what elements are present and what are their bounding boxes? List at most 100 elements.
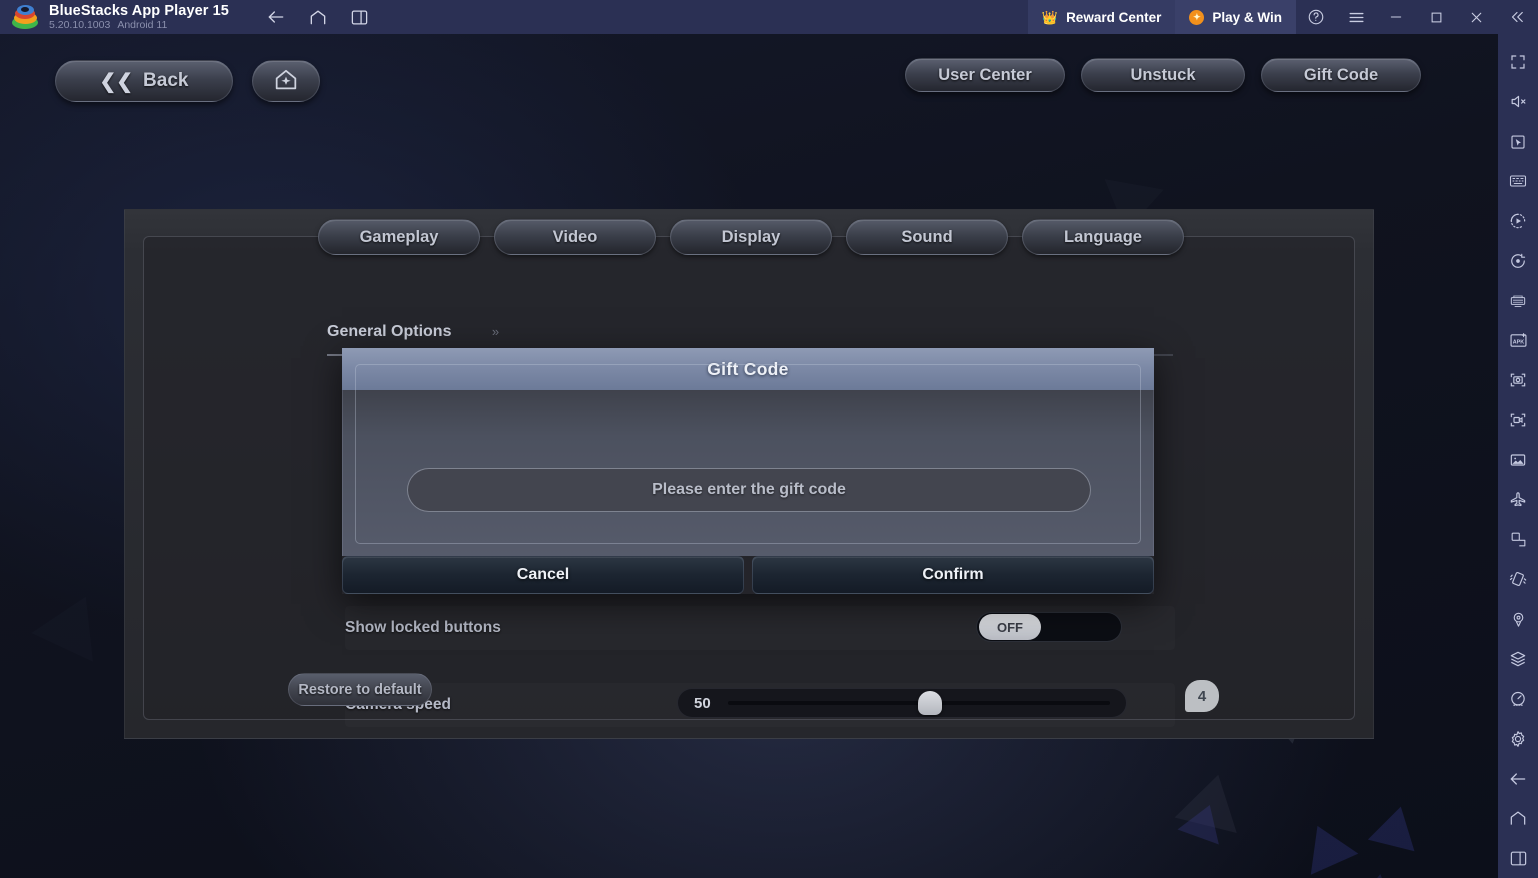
performance-icon[interactable] (1498, 679, 1538, 719)
play-and-win-button[interactable]: ✦ Play & Win (1175, 0, 1296, 34)
double-chevron-left-icon: ❮❮ (99, 70, 134, 93)
gift-code-input[interactable]: Please enter the gift code (407, 468, 1091, 512)
play-and-win-label: Play & Win (1212, 9, 1282, 25)
tab-display[interactable]: Display (670, 219, 832, 255)
tab-label: Video (552, 227, 598, 246)
confirm-button[interactable]: Confirm (752, 556, 1154, 594)
gift-code-dialog: Gift Code Please enter the gift code Can… (342, 348, 1154, 594)
camera-speed-slider[interactable]: 50 (677, 688, 1127, 718)
keymapping-icon[interactable] (1498, 161, 1538, 201)
slider-handle[interactable] (918, 691, 943, 715)
bluestacks-logo-icon (12, 4, 38, 30)
camera-speed-stepper[interactable]: 4 (1185, 680, 1219, 712)
home-icon[interactable] (1498, 798, 1538, 838)
section-header: General Options » (327, 323, 1174, 341)
pointer-icon[interactable] (1498, 122, 1538, 162)
fullscreen-icon[interactable] (1498, 42, 1538, 82)
reward-center-button[interactable]: 👑 Reward Center (1027, 0, 1176, 34)
section-title: General Options (327, 323, 452, 340)
bluestacks-titlebar: BlueStacks App Player 15 5.20.10.1003 An… (0, 0, 1538, 34)
settings-tabs: Gameplay Video Display Sound Language (318, 219, 1184, 255)
cancel-label: Cancel (516, 566, 570, 583)
tab-label: Language (1064, 227, 1142, 246)
tab-sound[interactable]: Sound (846, 219, 1008, 255)
toggle-knob: OFF (979, 614, 1041, 640)
gift-code-button[interactable]: Gift Code (1261, 58, 1421, 92)
dialog-footer: Cancel Confirm (342, 556, 1154, 594)
tab-language[interactable]: Language (1022, 219, 1184, 255)
bluestacks-window: BlueStacks App Player 15 5.20.10.1003 An… (0, 0, 1538, 878)
app-version: 5.20.10.1003 (49, 18, 111, 31)
rotate-icon[interactable] (1498, 520, 1538, 560)
multi-instance-icon[interactable] (349, 6, 371, 28)
close-button[interactable] (1456, 0, 1496, 34)
back-arrow-icon[interactable] (265, 6, 287, 28)
unstuck-label: Unstuck (1130, 65, 1196, 84)
dialog-header: Gift Code (342, 348, 1154, 390)
dialog-title: Gift Code (707, 358, 789, 379)
screen-record-icon[interactable] (1498, 400, 1538, 440)
confirm-label: Confirm (922, 566, 984, 583)
decor-triangle (31, 582, 116, 661)
settings-gear-icon[interactable] (1498, 719, 1538, 759)
svg-text:APK: APK (1512, 340, 1524, 346)
decor-triangle (1367, 800, 1425, 852)
android-version: Android 11 (117, 18, 168, 31)
airplane-icon[interactable] (1498, 480, 1538, 520)
decor-triangle (1293, 815, 1359, 875)
home-shortcut-button[interactable] (252, 60, 320, 102)
shake-icon[interactable] (1498, 560, 1538, 600)
tab-label: Display (721, 227, 781, 246)
recents-icon[interactable] (1498, 838, 1538, 878)
app-subtitle: 5.20.10.1003 Android 11 (49, 19, 229, 32)
layers-icon[interactable] (1498, 639, 1538, 679)
dialog-inner-frame (355, 364, 1141, 544)
menu-button[interactable] (1336, 0, 1376, 34)
bluestacks-sidebar: APK (1498, 34, 1538, 878)
restore-to-default-button[interactable]: Restore to default (288, 673, 432, 706)
tab-label: Gameplay (359, 227, 439, 246)
star-icon: ✦ (1189, 9, 1205, 25)
option-label-show-locked-buttons: Show locked buttons (345, 619, 501, 636)
back-button-label: Back (143, 70, 189, 91)
maximize-button[interactable] (1416, 0, 1456, 34)
media-manager-icon[interactable] (1498, 440, 1538, 480)
game-viewport: ❮❮ Back User Center Unstuck Gift Code Ga… (0, 34, 1498, 878)
user-center-button[interactable]: User Center (905, 58, 1065, 92)
multi-instance-manager-icon[interactable] (1498, 281, 1538, 321)
crown-icon: 👑 (1041, 9, 1059, 25)
home-upgrade-icon (272, 65, 300, 98)
camera-speed-step-value: 4 (1197, 687, 1207, 705)
decor-triangle (1355, 871, 1401, 878)
section-expand-icon[interactable]: » (492, 324, 499, 339)
unstuck-button[interactable]: Unstuck (1081, 58, 1245, 92)
camera-speed-value: 50 (694, 694, 711, 712)
collapse-sidebar-button[interactable] (1496, 0, 1538, 34)
user-center-label: User Center (938, 65, 1032, 84)
help-button[interactable] (1296, 0, 1336, 34)
gift-code-label: Gift Code (1303, 65, 1379, 84)
tab-label: Sound (901, 227, 953, 246)
location-icon[interactable] (1498, 599, 1538, 639)
titlebar-right-group: 👑 Reward Center ✦ Play & Win (1027, 0, 1538, 34)
minimize-button[interactable] (1376, 0, 1416, 34)
gift-code-placeholder: Please enter the gift code (652, 481, 846, 498)
slider-track[interactable] (728, 691, 1110, 715)
install-apk-icon[interactable]: APK (1498, 321, 1538, 361)
back-arrow-icon[interactable] (1498, 759, 1538, 799)
home-icon[interactable] (307, 6, 329, 28)
tab-gameplay[interactable]: Gameplay (318, 219, 480, 255)
titlebar-text-group: BlueStacks App Player 15 5.20.10.1003 An… (49, 3, 229, 32)
restore-label: Restore to default (298, 681, 422, 698)
macro-play-icon[interactable] (1498, 201, 1538, 241)
screenshot-icon[interactable] (1498, 361, 1538, 401)
record-macro-icon[interactable] (1498, 241, 1538, 281)
dialog-body: Please enter the gift code (342, 364, 1154, 556)
mute-icon[interactable] (1498, 82, 1538, 122)
tab-video[interactable]: Video (494, 219, 656, 255)
cancel-button[interactable]: Cancel (342, 556, 744, 594)
app-title: BlueStacks App Player 15 (49, 2, 229, 19)
reward-center-label: Reward Center (1066, 9, 1162, 25)
show-locked-buttons-toggle[interactable]: OFF (976, 612, 1122, 642)
back-button[interactable]: ❮❮ Back (55, 60, 233, 102)
